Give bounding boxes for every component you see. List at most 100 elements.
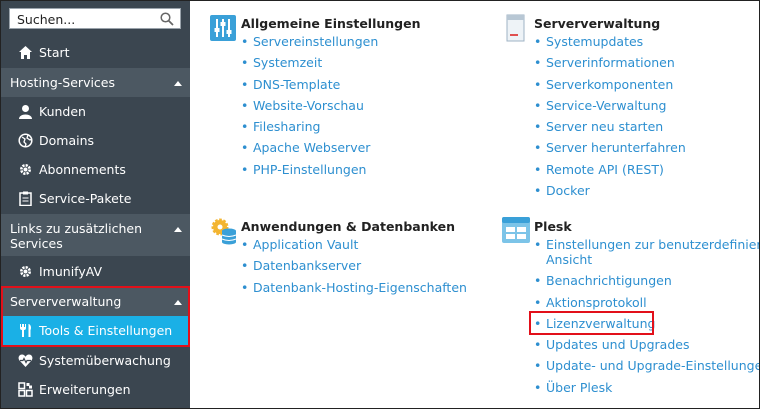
link-label[interactable]: Ansicht [546,252,592,267]
sidebar-item-label: Service-Pakete [39,191,132,206]
search-placeholder: Suchen... [17,12,76,27]
link-list: Systemupdates Serverinformationen Server… [534,34,686,198]
search-icon[interactable] [160,12,174,26]
highlight-box [529,311,654,335]
sidebar-item-erweiterungen[interactable]: Erweiterungen [1,375,190,404]
link-remote-api[interactable]: Remote API (REST) [534,162,674,177]
search-input[interactable]: Suchen... [9,8,181,29]
link-label[interactable]: Benachrichtigungen [546,273,672,288]
sidebar-item-label: Domains [39,133,95,148]
link-serverinformationen[interactable]: Serverinformationen [534,55,675,70]
link-benutzerdefinierte-ansicht[interactable]: Einstellungen zur benutzerdefiniertenAns… [534,237,759,267]
section-title: Anwendungen & Datenbanken [241,219,455,234]
sidebar-item-label: ImunifyAV [39,264,103,279]
group-label-line: Services [10,236,63,251]
link-label[interactable]: Server neu starten [546,119,663,134]
link-label[interactable]: Application Vault [253,237,358,252]
link-label[interactable]: Website-Vorschau [253,98,364,113]
link-label[interactable]: Servereinstellungen [253,34,378,49]
main-content: Allgemeine Einstellungen Servereinstellu… [190,1,759,408]
sidebar-item-label: Systemüberwachung [39,353,171,368]
link-label[interactable]: Datenbankserver [253,258,361,273]
section-title: Allgemeine Einstellungen [241,16,421,31]
link-label[interactable]: PHP-Einstellungen [253,162,366,177]
gear-icon [20,164,31,175]
gear-icon [20,266,31,277]
sidebar-item-label: Erweiterungen [39,382,131,397]
link-server-herunterfahren[interactable]: Server herunterfahren [534,140,686,155]
link-systemzeit[interactable]: Systemzeit [241,55,366,70]
link-apache-webserver[interactable]: Apache Webserver [241,140,370,155]
link-application-vault[interactable]: Application Vault [241,237,455,252]
link-label[interactable]: Updates und Upgrades [546,337,689,352]
link-label[interactable]: Update- und Upgrade-Einstellungen [546,358,759,373]
sidebar-group-label: Links zu zusätzlichen Services [10,221,142,251]
link-label[interactable]: Serverinformationen [546,55,675,70]
sidebar-item-start[interactable]: Start [1,38,190,67]
plesk-window-icon [502,217,530,243]
sidebar-item-service-pakete[interactable]: Service-Pakete [1,184,190,213]
sidebar: Suchen... Start Hosting-Services Kunden … [1,1,190,408]
clipboard-icon [19,191,32,206]
group-label-line: Links zu zusätzlichen [10,221,143,236]
sidebar-item-imunifyav[interactable]: ImunifyAV [1,257,190,286]
sidebar-item-kunden[interactable]: Kunden [1,97,190,126]
link-label[interactable]: Service-Verwaltung [546,98,666,113]
highlight-box [1,286,190,347]
section-title: Serververwaltung [534,16,661,31]
link-serverkomponenten[interactable]: Serverkomponenten [534,77,674,92]
link-label[interactable]: DNS-Template [253,77,340,92]
sidebar-item-systemueberwachung[interactable]: Systemüberwachung [1,346,190,375]
sidebar-group-links[interactable]: Links zu zusätzlichen Services [1,214,190,256]
link-label[interactable]: Systemupdates [546,34,643,49]
sidebar-group-label: Hosting-Services [10,75,116,90]
sidebar-item-domains[interactable]: Domains [1,126,190,155]
sidebar-item-label: Kunden [39,104,86,119]
user-icon [19,105,32,119]
extensions-icon [18,382,33,397]
link-label[interactable]: Datenbank-Hosting-Eigenschaften [253,280,467,295]
home-icon [19,46,32,59]
link-ueber-plesk[interactable]: Über Plesk [534,380,759,395]
link-label[interactable]: Einstellungen zur benutzerdefinierten [546,237,759,252]
link-label[interactable]: Docker [546,183,590,198]
link-label[interactable]: Serverkomponenten [546,77,673,92]
link-label[interactable]: Über Plesk [546,380,612,395]
link-update-upgrade-einstellungen[interactable]: Update- und Upgrade-Einstellungen [534,358,759,373]
link-dns-template[interactable]: DNS-Template [241,77,366,92]
link-aktionsprotokoll[interactable]: Aktionsprotokoll [534,295,759,310]
link-label[interactable]: Apache Webserver [253,140,370,155]
plesk-window: Suchen... Start Hosting-Services Kunden … [0,0,760,409]
link-label[interactable]: Aktionsprotokoll [546,295,647,310]
heart-pulse-icon [18,354,33,367]
link-server-neu-starten[interactable]: Server neu starten [534,119,674,134]
section-title: Plesk [534,219,572,234]
sliders-icon [210,15,236,41]
sidebar-item-label: Start [39,45,70,60]
link-label[interactable]: Server herunterfahren [546,140,686,155]
link-list: Servereinstellungen Systemzeit DNS-Templ… [241,34,378,177]
globe-icon [18,133,33,148]
link-systemupdates[interactable]: Systemupdates [534,34,674,49]
link-servereinstellungen[interactable]: Servereinstellungen [241,34,378,49]
link-service-verwaltung[interactable]: Service-Verwaltung [534,98,674,113]
sidebar-item-abonnements[interactable]: Abonnements [1,155,190,184]
link-datenbank-hosting-eigenschaften[interactable]: Datenbank-Hosting-Eigenschaften [241,280,467,295]
link-docker[interactable]: Docker [534,183,674,198]
link-label[interactable]: Remote API (REST) [546,162,664,177]
gear-database-icon [211,218,237,245]
sidebar-group-hosting[interactable]: Hosting-Services [1,68,190,97]
link-website-vorschau[interactable]: Website-Vorschau [241,98,366,113]
link-updates-und-upgrades[interactable]: Updates und Upgrades [534,337,759,352]
link-datenbankserver[interactable]: Datenbankserver [241,258,455,273]
link-filesharing[interactable]: Filesharing [241,119,366,134]
link-php-einstellungen[interactable]: PHP-Einstellungen [241,162,366,177]
link-benachrichtigungen[interactable]: Benachrichtigungen [534,273,759,288]
server-icon [506,14,525,42]
link-list: Application Vault Datenbankserver Datenb… [241,237,467,295]
link-label[interactable]: Systemzeit [253,55,322,70]
sidebar-item-label: Abonnements [39,162,126,177]
link-label[interactable]: Filesharing [253,119,320,134]
chevron-up-icon [174,227,182,232]
chevron-up-icon [174,81,182,86]
